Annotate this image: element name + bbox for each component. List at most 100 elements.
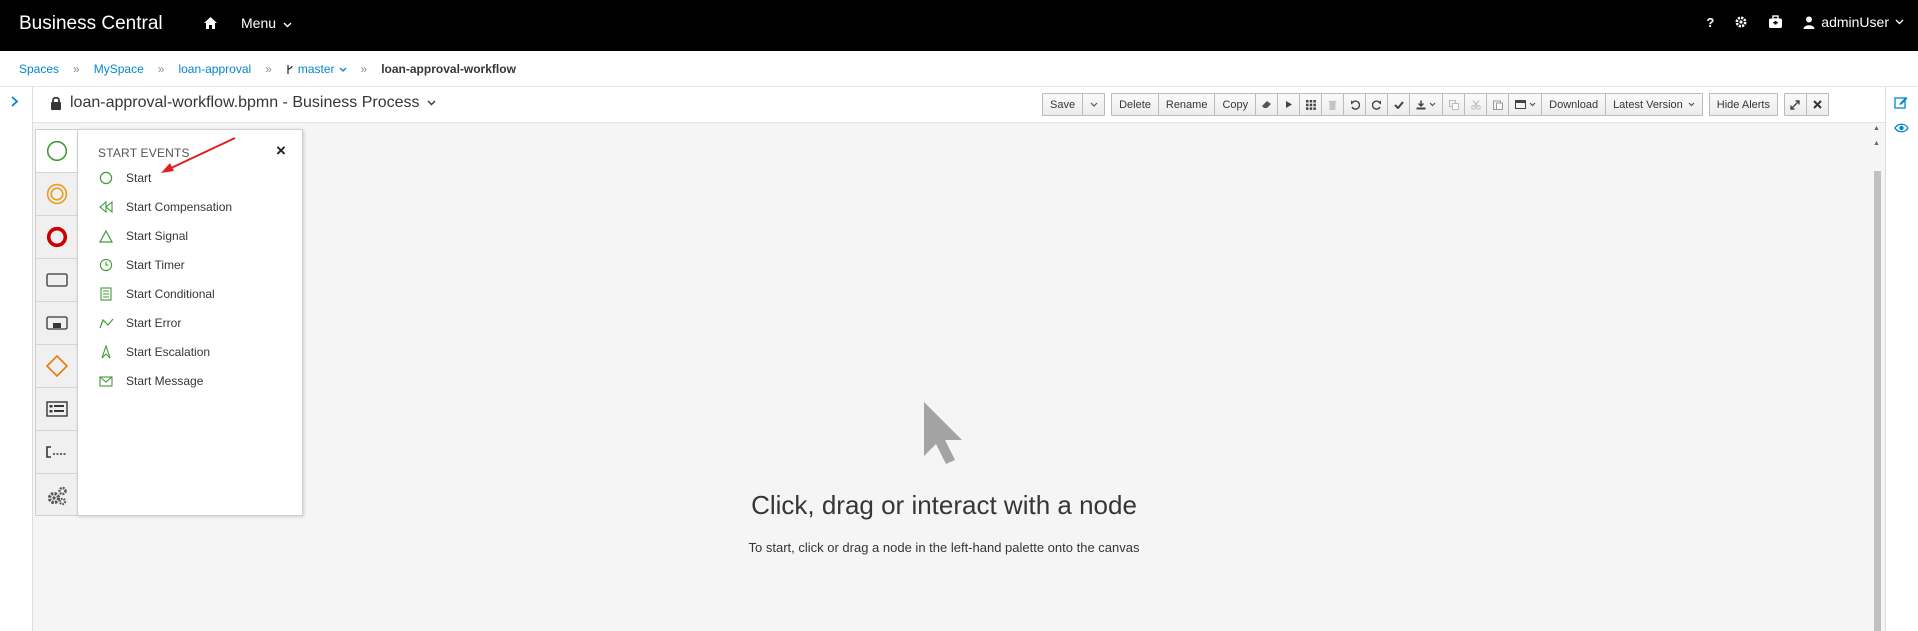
flyout-item-start-timer[interactable]: Start Timer <box>98 255 185 275</box>
grid-icon[interactable] <box>1299 93 1323 116</box>
user-menu[interactable]: adminUser <box>1803 14 1904 30</box>
editor-toolbar: Save Delete Rename Copy Download Latest … <box>1042 93 1829 116</box>
breadcrumb-current: loan-approval-workflow <box>381 62 516 76</box>
timer-icon <box>99 258 113 272</box>
escalation-icon <box>101 345 111 359</box>
breadcrumb-branch[interactable]: master <box>286 62 347 76</box>
message-icon <box>99 375 113 387</box>
chevron-down-icon <box>1090 102 1098 107</box>
cut-icon[interactable] <box>1464 93 1488 116</box>
close-icon[interactable]: × <box>276 142 286 159</box>
scroll-up-icon[interactable]: ▲ <box>1873 125 1880 132</box>
top-navbar: Business Central Menu ? adminUser <box>0 0 1918 51</box>
compensation-icon <box>99 201 113 213</box>
flyout-item-start[interactable]: Start <box>98 168 151 188</box>
home-icon[interactable] <box>203 16 219 32</box>
flyout-item-label: Start Timer <box>126 258 185 272</box>
palette-start-events[interactable] <box>36 130 77 173</box>
copy-node-icon[interactable] <box>1442 93 1466 116</box>
view-menu-button[interactable] <box>1508 93 1543 116</box>
flyout-item-label: Start Signal <box>126 229 189 243</box>
palette-toolbar <box>35 129 78 516</box>
redo-icon[interactable] <box>1365 93 1389 116</box>
eye-icon[interactable] <box>1894 122 1909 136</box>
pointer-cursor-icon <box>924 402 962 464</box>
breadcrumb-separator: » <box>360 62 368 76</box>
right-panel-collapsed <box>1885 87 1918 631</box>
flyout-item-start-signal[interactable]: Start Signal <box>98 226 188 246</box>
save-button[interactable]: Save <box>1042 93 1084 116</box>
chevron-down-icon <box>1429 102 1436 107</box>
latest-version-dropdown[interactable]: Latest Version <box>1605 93 1703 116</box>
flyout-item-label: Start Escalation <box>126 345 211 359</box>
palette-custom-tasks[interactable] <box>36 474 77 517</box>
editor-title-dropdown[interactable]: loan-approval-workflow.bpmn - Business P… <box>50 94 436 112</box>
flyout-item-label: Start <box>126 171 152 185</box>
scroll-up-icon[interactable]: ▲ <box>1873 140 1880 147</box>
main-menu-dropdown[interactable]: Menu <box>241 15 292 31</box>
breadcrumb-project[interactable]: loan-approval <box>178 62 251 76</box>
table-icon <box>1514 100 1526 109</box>
maximize-icon[interactable] <box>1783 93 1807 116</box>
palette-containers[interactable] <box>36 388 77 431</box>
paste-icon[interactable] <box>1486 93 1510 116</box>
delete-button[interactable]: Delete <box>1111 93 1159 116</box>
export-menu-button[interactable] <box>1409 93 1444 116</box>
flyout-item-start-conditional[interactable]: Start Conditional <box>98 284 215 304</box>
flyout-item-start-error[interactable]: Start Error <box>98 313 181 333</box>
flyout-item-start-escalation[interactable]: Start Escalation <box>98 342 210 362</box>
chevron-down-icon <box>283 22 292 28</box>
flyout-item-start-compensation[interactable]: Start Compensation <box>98 197 232 217</box>
palette-intermediate-events[interactable] <box>36 173 77 216</box>
text-annotation-icon <box>45 446 67 458</box>
chevron-down-icon <box>427 100 436 106</box>
signal-icon <box>99 229 113 243</box>
gear-icon[interactable] <box>1734 15 1748 29</box>
scrollbar-thumb[interactable] <box>1874 171 1881 631</box>
breadcrumb-myspace[interactable]: MySpace <box>94 62 144 76</box>
hide-alerts-button[interactable]: Hide Alerts <box>1708 93 1778 116</box>
chevron-down-icon <box>1688 102 1695 107</box>
vertical-scrollbar[interactable]: ▲ ▲ <box>1869 123 1885 631</box>
gateway-icon <box>45 354 68 378</box>
undo-icon[interactable] <box>1343 93 1367 116</box>
chevron-down-icon <box>1895 19 1904 25</box>
download-button[interactable]: Download <box>1541 93 1607 116</box>
chevron-right-icon[interactable] <box>10 96 19 110</box>
palette-artifacts[interactable] <box>36 431 77 474</box>
rename-button[interactable]: Rename <box>1157 93 1216 116</box>
help-icon[interactable]: ? <box>1706 15 1714 30</box>
validate-check-icon[interactable] <box>1387 93 1411 116</box>
save-options-button[interactable] <box>1082 93 1106 116</box>
palette-end-events[interactable] <box>36 216 77 259</box>
download-icon <box>1416 100 1426 109</box>
close-editor-icon[interactable] <box>1805 93 1829 116</box>
briefcase-icon[interactable] <box>1768 15 1783 29</box>
chevron-down-icon <box>339 67 346 72</box>
breadcrumb-separator: » <box>265 62 272 76</box>
flyout-item-label: Start Compensation <box>126 200 233 214</box>
trash-icon[interactable] <box>1321 93 1345 116</box>
editor-title: loan-approval-workflow.bpmn - Business P… <box>70 94 420 111</box>
task-icon <box>45 273 68 287</box>
conditional-icon <box>100 287 112 301</box>
brand-title[interactable]: Business Central <box>19 13 163 35</box>
breadcrumb-separator: » <box>73 62 80 76</box>
eraser-icon[interactable] <box>1255 93 1279 116</box>
breadcrumb-spaces[interactable]: Spaces <box>19 62 59 76</box>
branch-label: master <box>297 62 335 76</box>
edit-properties-icon[interactable] <box>1894 95 1908 112</box>
palette-subprocesses[interactable] <box>36 302 77 345</box>
divider <box>0 86 1918 87</box>
intermediate-event-icon <box>46 183 67 205</box>
chevron-down-icon <box>1529 102 1536 107</box>
copy-button[interactable]: Copy <box>1214 93 1257 116</box>
palette-gateways[interactable] <box>36 345 77 388</box>
play-icon[interactable] <box>1277 93 1301 116</box>
end-event-icon <box>46 226 67 248</box>
menu-label: Menu <box>241 15 277 31</box>
palette-tasks[interactable] <box>36 259 77 302</box>
flyout-item-start-message[interactable]: Start Message <box>98 371 203 391</box>
breadcrumb-separator: » <box>157 62 165 76</box>
left-panel-collapsed <box>0 87 33 631</box>
